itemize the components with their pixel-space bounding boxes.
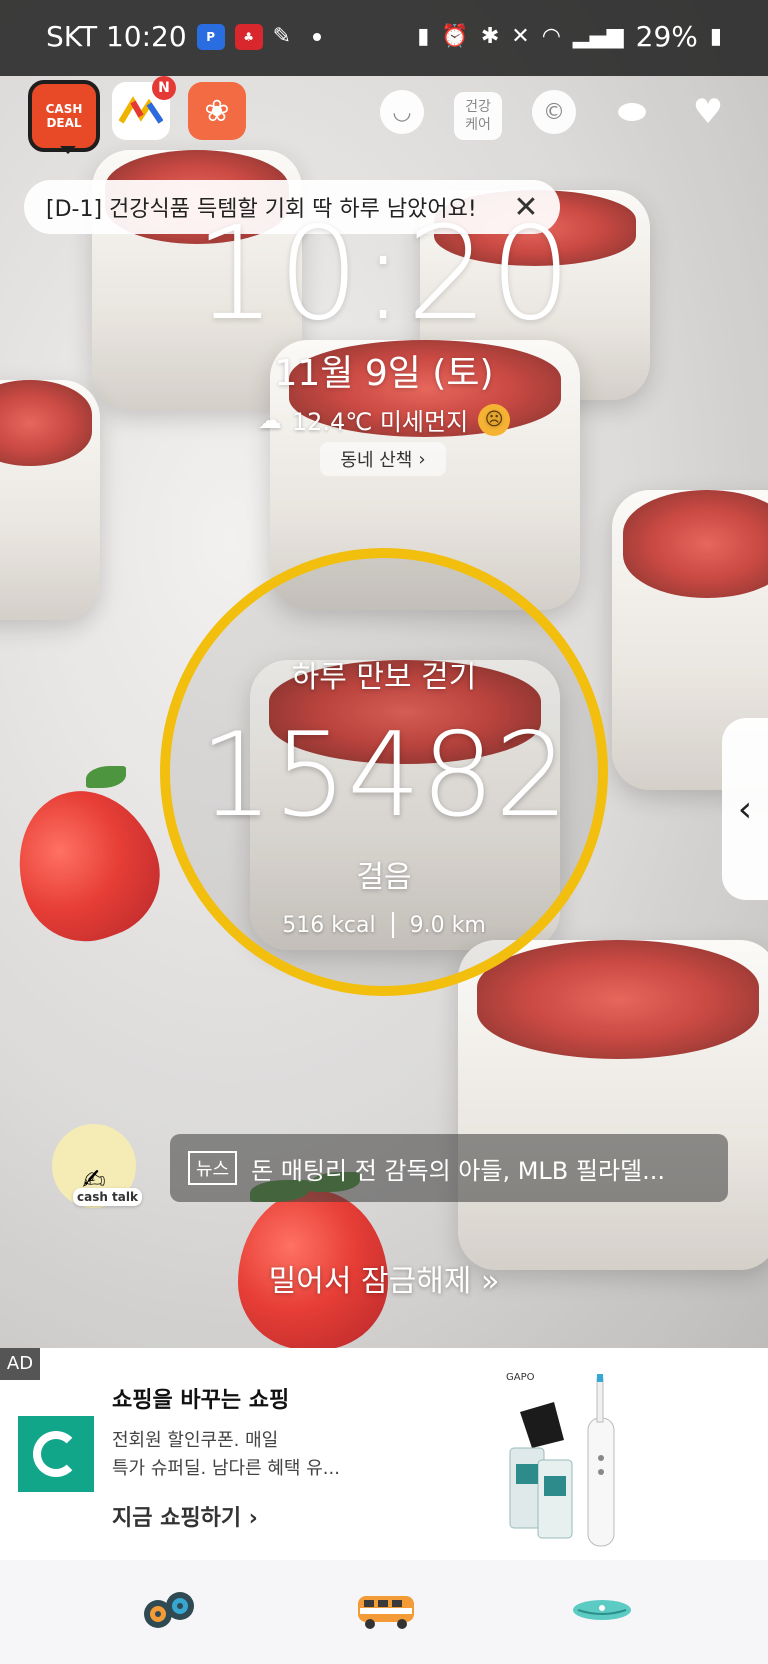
ad-label: AD [0,1348,40,1380]
alarm-icon: ⏰ [441,24,469,49]
stats-divider [391,912,394,938]
signal-icon: ▂▄▆ [572,24,624,49]
cash-deal-label: CASH DEAL [45,102,83,130]
step-stats: 516 kcal 9.0 km [0,912,768,938]
more-notifications-icon [313,32,322,41]
chevron-right-icon: › [248,1506,258,1531]
battery-saver-icon: ▮ [417,24,430,49]
slide-to-unlock[interactable]: 밀어서 잠금해제 » [0,1256,768,1300]
battery-level: 29% [635,20,698,53]
cat-face-icon[interactable]: ◡ [380,90,424,134]
nav-surfboard-icon[interactable] [572,1582,632,1638]
cash-deal-app-icon[interactable]: CASH DEAL [28,80,100,154]
feather-app-icon: ✎ [272,24,292,49]
surfboard-icon [573,1600,631,1620]
health-care-button[interactable]: 건강 케어 [454,92,502,140]
side-panel-handle[interactable]: ‹ [722,718,768,900]
lottery-app-icon: ♣ [234,23,263,50]
ad-product-brand: GAPO [506,1372,535,1383]
chevron-right-icon: › [418,448,426,470]
ad-cta-label: 지금 쇼핑하기 [112,1506,242,1531]
heart-info-icon[interactable]: ♥ [686,90,730,134]
ad-cta-button[interactable]: 지금 쇼핑하기 › [112,1500,258,1532]
gmarket-logo-icon [18,1416,94,1492]
binoculars-icon [144,1592,194,1628]
status-bar: SKT 10:20 P ♣ ✎ ▮ ⏰ ✱ ✕ ◠ ▂▄▆ 29% ▮ [0,0,768,76]
nav-bus-icon[interactable] [356,1582,416,1638]
bluetooth-icon: ✱ [480,24,500,49]
distance: 9.0 km [409,912,486,938]
news-ticker[interactable]: 뉴스 돈 매팅리 전 감독의 아들, MLB 필라델... [170,1134,728,1202]
pill-icon[interactable]: ⬬ [610,90,654,134]
nav-binoculars-icon[interactable] [142,1582,198,1638]
weather-row[interactable]: ☁ 12.4℃ 미세먼지 ☹ [0,402,768,437]
partly-cloudy-icon: ☁ [257,405,282,434]
cashtalk-logo: cash talk [72,1188,142,1206]
ad-description-line1: 전회원 할인쿠폰. 매일 [112,1430,279,1451]
finance-app-icon: P [196,23,225,50]
sale-chart-icon [119,96,163,124]
bottom-navigation [0,1560,768,1664]
sale-app-icon[interactable]: N [112,76,176,140]
coin-icon[interactable]: © [532,90,576,134]
wifi-icon: ◠ [541,24,561,49]
weather-text: 12.4℃ 미세먼지 [291,408,469,436]
ad-banner[interactable]: AD 쇼핑을 바꾸는 쇼핑 전회원 할인쿠폰. 매일 특가 슈퍼딜. 남다른 혜… [0,1348,768,1560]
cashdog-app-icon[interactable]: ❀ [188,82,246,140]
ad-description-line2: 특가 슈퍼딜. 남다른 혜택 유... [112,1458,340,1479]
battery-icon: ▮ [709,24,722,49]
news-headline: 돈 매팅리 전 감독의 아들, MLB 필라델... [251,1156,665,1185]
walk-button-label: 동네 산책 [340,450,413,471]
new-badge: N [152,76,176,100]
lock-date: 11월 9일 (토) [274,353,494,394]
carrier-time: SKT 10:20 [46,20,187,53]
mute-icon: ✕ [511,24,530,49]
health-care-label: 건강 케어 [465,99,491,133]
calories: 516 kcal [282,912,376,938]
walk-button[interactable]: 동네 산책 › [320,442,446,476]
news-tag: 뉴스 [188,1151,238,1185]
ad-product-image: GAPO [506,1372,615,1547]
steps-title: 하루 만보 걷기 [291,660,477,695]
lock-clock: 10:20 [194,200,574,349]
paw-icon: ❀ [204,93,230,129]
sad-face-icon: ☹ [478,403,511,436]
ad-title: 쇼핑을 바꾸는 쇼핑 [112,1388,290,1413]
cashtalk-avatar[interactable]: ✍ cash talk [52,1124,142,1208]
bus-icon [358,1596,414,1629]
steps-unit: 걸음 [356,860,412,895]
step-count: 15482 [199,708,569,843]
chevron-left-icon: ‹ [737,788,753,830]
